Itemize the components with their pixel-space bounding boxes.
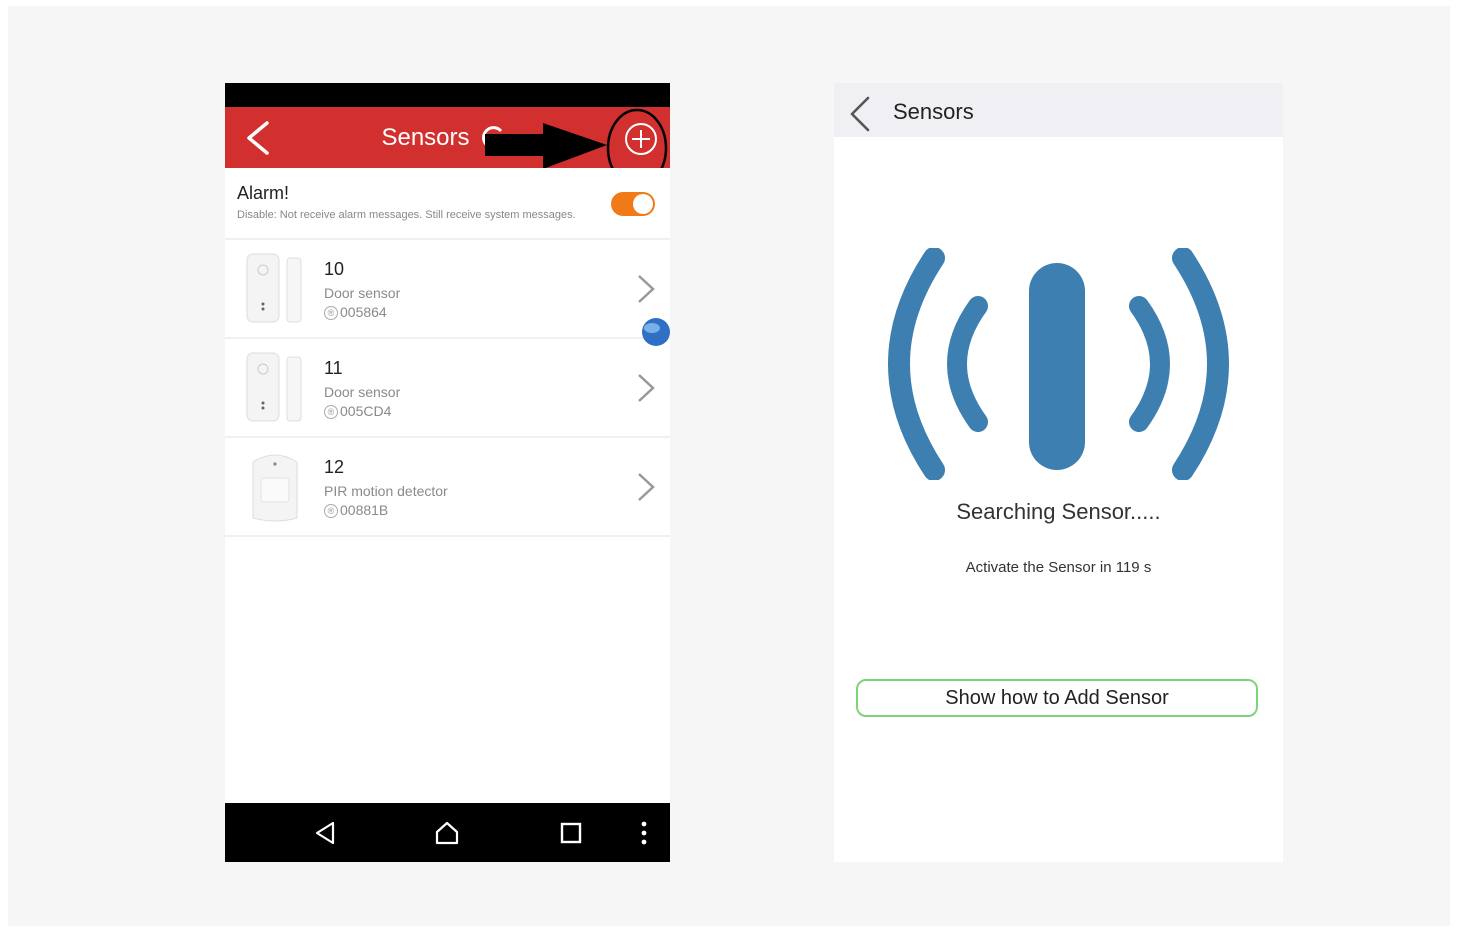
sensor-item-12[interactable]: 12 PIR motion detector ® 00881B: [225, 438, 670, 537]
ios-header: Sensors: [834, 83, 1283, 137]
chevron-right-icon: [638, 374, 655, 402]
alarm-setting-row: Alarm! Disable: Not receive alarm messag…: [225, 168, 670, 240]
id-icon: ®: [324, 504, 338, 518]
id-icon: ®: [324, 405, 338, 419]
pir-sensor-icon: [252, 454, 298, 522]
sensor-id: ® 00881B: [324, 502, 388, 518]
sensor-id-value: 005CD4: [340, 403, 392, 419]
sensor-id: ® 005CD4: [324, 403, 391, 419]
annotation-arrow: [485, 123, 607, 169]
sensor-type: Door sensor: [324, 285, 401, 301]
door-sensor-icon: [246, 253, 302, 323]
alarm-title: Alarm!: [237, 183, 290, 203]
chevron-right-icon: [638, 473, 655, 501]
page-title: Sensors: [381, 124, 470, 151]
sensor-id-value: 005864: [340, 304, 387, 320]
more-icon[interactable]: [630, 819, 658, 847]
sensor-number: 10: [324, 259, 345, 279]
sensor-item-11[interactable]: 11 Door sensor ® 005CD4: [225, 339, 670, 438]
android-nav-bar: [225, 803, 670, 862]
door-sensor-icon: [246, 352, 302, 422]
sensor-type: PIR motion detector: [324, 483, 448, 499]
sensor-item-10[interactable]: 10 Door sensor ® 005864: [225, 240, 670, 339]
sensor-id-value: 00881B: [340, 502, 389, 518]
recents-icon[interactable]: [557, 819, 585, 847]
home-icon[interactable]: [433, 819, 461, 847]
sensor-id: ® 005864: [324, 304, 387, 320]
alarm-description: Disable: Not receive alarm messages. Sti…: [237, 209, 576, 221]
sensor-list: 10 Door sensor ® 005864 11 Door sensor ® 0…: [225, 240, 670, 537]
alarm-toggle[interactable]: [611, 192, 655, 216]
id-icon: ®: [324, 306, 338, 320]
show-how-to-add-sensor-button[interactable]: Show how to Add Sensor: [856, 679, 1258, 717]
activation-countdown: Activate the Sensor in 119 s: [965, 559, 1152, 576]
floating-assistant-icon[interactable]: [639, 315, 673, 349]
sensor-number: 11: [324, 358, 343, 378]
sensor-signal-icon: [888, 248, 1229, 480]
chevron-right-icon: [638, 275, 655, 303]
toggle-knob: [633, 194, 653, 214]
searching-status: Searching Sensor.....: [956, 499, 1161, 524]
sensor-number: 12: [324, 457, 345, 477]
status-bar: [225, 83, 670, 107]
android-sensors-screen: Sensors Alarm! Disable: Not receive alar…: [225, 83, 670, 862]
page-title: Sensors: [893, 99, 974, 124]
back-icon[interactable]: [311, 819, 339, 847]
ios-searching-screen: Sensors Searching Sensor..... Activate t…: [834, 83, 1283, 862]
sensor-type: Door sensor: [324, 384, 401, 400]
back-chevron-icon[interactable]: [848, 95, 872, 133]
